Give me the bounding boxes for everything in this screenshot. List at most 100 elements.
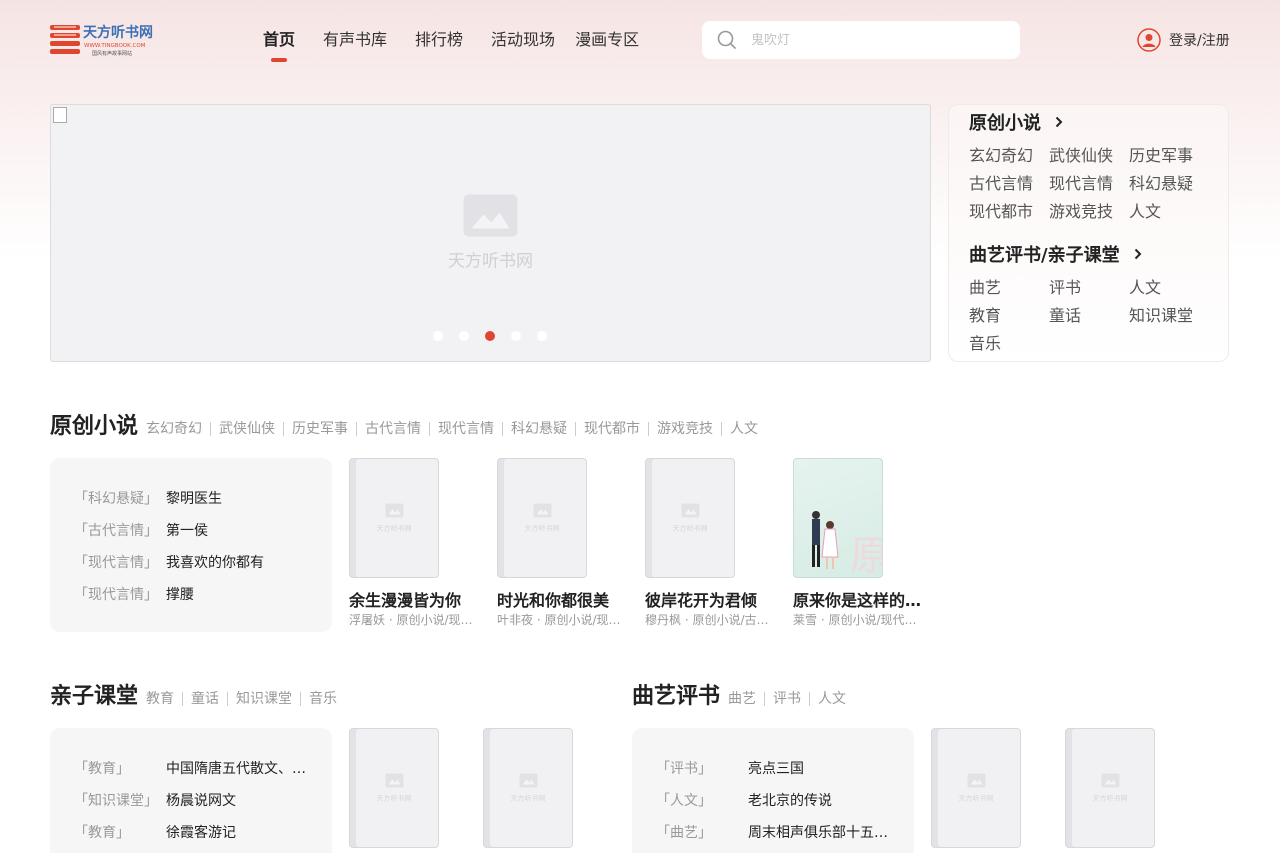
search-box[interactable]: [702, 21, 1020, 59]
list-item-title: 我喜欢的你都有: [166, 555, 264, 571]
book-title[interactable]: 彼岸花开为君倾: [645, 587, 775, 611]
section-tags: 玄幻奇幻 武侠仙侠 历史军事 古代言情 现代言情 科幻悬疑 现代都市 游戏竞技 …: [146, 422, 766, 436]
panel-item[interactable]: 教育: [969, 305, 1049, 327]
section-tag[interactable]: 人文: [809, 692, 854, 706]
panel-item[interactable]: 武侠仙侠: [1049, 145, 1129, 167]
panel-item[interactable]: 童话: [1049, 305, 1129, 327]
list-item-title: 撑腰: [166, 587, 194, 603]
panel-item[interactable]: 人文: [1129, 201, 1219, 223]
book-cover[interactable]: 天方听书网: [349, 728, 439, 848]
panel-quyi-kids-link[interactable]: 曲艺评书/亲子课堂: [969, 241, 1142, 267]
section-tag[interactable]: 知识课堂: [227, 692, 300, 706]
nav-comics[interactable]: 漫画专区: [575, 28, 639, 52]
section-title[interactable]: 曲艺评书: [632, 678, 720, 710]
panel-item[interactable]: 曲艺: [969, 277, 1049, 299]
panel-item[interactable]: 评书: [1049, 277, 1129, 299]
list-item-title: 第一侯: [166, 523, 208, 539]
image-placeholder-icon: [519, 773, 537, 788]
list-item-title: 黎明医生: [166, 491, 222, 507]
section-tag[interactable]: 音乐: [300, 692, 345, 706]
banner-carousel[interactable]: 天方听书网: [50, 104, 931, 362]
list-item[interactable]: 「曲艺」 周末相声俱乐部十五周年: [656, 822, 892, 842]
list-item-title: 亮点三国: [748, 761, 804, 777]
search-icon[interactable]: [717, 30, 737, 50]
carousel-dot-5[interactable]: [537, 331, 547, 341]
nav-events[interactable]: 活动现场: [491, 28, 555, 52]
panel-item[interactable]: 古代言情: [969, 173, 1049, 195]
user-icon: [1137, 28, 1161, 52]
site-logo[interactable]: 天方听书网 WWW.TINGBOOK.COM 国风有声故事网站: [50, 22, 154, 58]
section-tag[interactable]: 古代言情: [356, 422, 429, 436]
section-tag[interactable]: 童话: [182, 692, 227, 706]
book-cover[interactable]: 天方听书网: [1065, 728, 1155, 848]
book-cover[interactable]: 天方听书网: [645, 458, 735, 578]
list-item[interactable]: 「教育」 徐霞客游记: [74, 822, 236, 842]
book-title[interactable]: 原来你是这样的医生: [793, 587, 923, 611]
carousel-dot-2[interactable]: [459, 331, 469, 341]
carousel-dot-4[interactable]: [511, 331, 521, 341]
list-item[interactable]: 「现代言情」 我喜欢的你都有: [74, 552, 264, 572]
list-item[interactable]: 「古代言情」 第一侯: [74, 520, 208, 540]
panel-item[interactable]: 玄幻奇幻: [969, 145, 1049, 167]
list-item-category: 「现代言情」: [74, 555, 158, 571]
section-tag[interactable]: 游戏竞技: [648, 422, 721, 436]
banner-placeholder-text: 天方听书网: [448, 251, 533, 272]
book-title[interactable]: 余生漫漫皆为你: [349, 587, 479, 611]
list-item[interactable]: 「科幻悬疑」 黎明医生: [74, 488, 222, 508]
list-item-category: 「评书」: [656, 761, 712, 777]
section-tag[interactable]: 现代都市: [575, 422, 648, 436]
list-item[interactable]: 「人文」 老北京的传说: [656, 790, 832, 810]
list-item-title: 杨晨说网文: [166, 793, 236, 809]
list-item-category: 「教育」: [74, 825, 130, 841]
panel-item[interactable]: 现代都市: [969, 201, 1049, 223]
carousel-dot-1[interactable]: [433, 331, 443, 341]
category-panel: 原创小说 玄幻奇幻 武侠仙侠 历史军事 古代言情 现代言情 科幻悬疑 现代都市 …: [948, 104, 1229, 362]
section-tag[interactable]: 曲艺: [728, 692, 764, 706]
book-cover[interactable]: 天方听书网: [483, 728, 573, 848]
book-meta: 莱雪 · 原创小说/现代言情: [793, 613, 921, 627]
image-placeholder-icon: [533, 503, 551, 518]
panel-item[interactable]: 人文: [1129, 277, 1219, 299]
login-button[interactable]: 登录/注册: [1137, 28, 1230, 52]
section-tag[interactable]: 玄幻奇幻: [146, 422, 210, 436]
carousel-dot-3[interactable]: [485, 331, 495, 341]
section-tags: 曲艺 评书 人文: [728, 692, 854, 706]
panel-item[interactable]: 音乐: [969, 333, 1049, 355]
panel-item[interactable]: 游戏竞技: [1049, 201, 1129, 223]
nav-home[interactable]: 首页: [263, 28, 295, 52]
section-tag[interactable]: 武侠仙侠: [210, 422, 283, 436]
section-tag[interactable]: 评书: [764, 692, 809, 706]
panel-item[interactable]: 历史军事: [1129, 145, 1219, 167]
list-item[interactable]: 「现代言情」 撑腰: [74, 584, 194, 604]
panel-original-novel-link[interactable]: 原创小说: [969, 109, 1063, 135]
section-kids-header: 亲子课堂 教育 童话 知识课堂 音乐: [50, 678, 345, 710]
book-title[interactable]: 时光和你都很美: [497, 587, 627, 611]
list-item-title: 徐霞客游记: [166, 825, 236, 841]
list-item[interactable]: 「教育」 中国隋唐五代散文、诗词: [74, 758, 310, 778]
nav-rankings[interactable]: 排行榜: [415, 28, 463, 52]
search-input[interactable]: [751, 32, 1001, 48]
book-cover[interactable]: 天方听书网: [497, 458, 587, 578]
section-title[interactable]: 亲子课堂: [50, 678, 138, 710]
section-tag[interactable]: 历史军事: [283, 422, 356, 436]
book-cover-illustrated[interactable]: 原: [793, 458, 883, 578]
panel-item[interactable]: 知识课堂: [1129, 305, 1219, 327]
panel-item[interactable]: 现代言情: [1049, 173, 1129, 195]
logo-slogan: 国风有声故事网站: [92, 50, 132, 57]
section-tag[interactable]: 现代言情: [429, 422, 502, 436]
cover-placeholder: 天方听书网: [1093, 773, 1128, 804]
list-item[interactable]: 「知识课堂」 杨晨说网文: [74, 790, 236, 810]
section-tag[interactable]: 人文: [721, 422, 766, 436]
book-cover[interactable]: 天方听书网: [931, 728, 1021, 848]
broken-image-icon: [53, 107, 67, 123]
book-cover[interactable]: 天方听书网: [349, 458, 439, 578]
section-tags: 教育 童话 知识课堂 音乐: [146, 692, 345, 706]
banner-placeholder: 天方听书网: [448, 194, 533, 272]
nav-audiobook-library[interactable]: 有声书库: [323, 28, 387, 52]
panel-item[interactable]: 科幻悬疑: [1129, 173, 1219, 195]
cover-placeholder-text: 天方听书网: [510, 794, 546, 803]
section-tag[interactable]: 科幻悬疑: [502, 422, 575, 436]
section-title[interactable]: 原创小说: [50, 408, 138, 440]
section-tag[interactable]: 教育: [146, 692, 182, 706]
list-item[interactable]: 「评书」 亮点三国: [656, 758, 804, 778]
